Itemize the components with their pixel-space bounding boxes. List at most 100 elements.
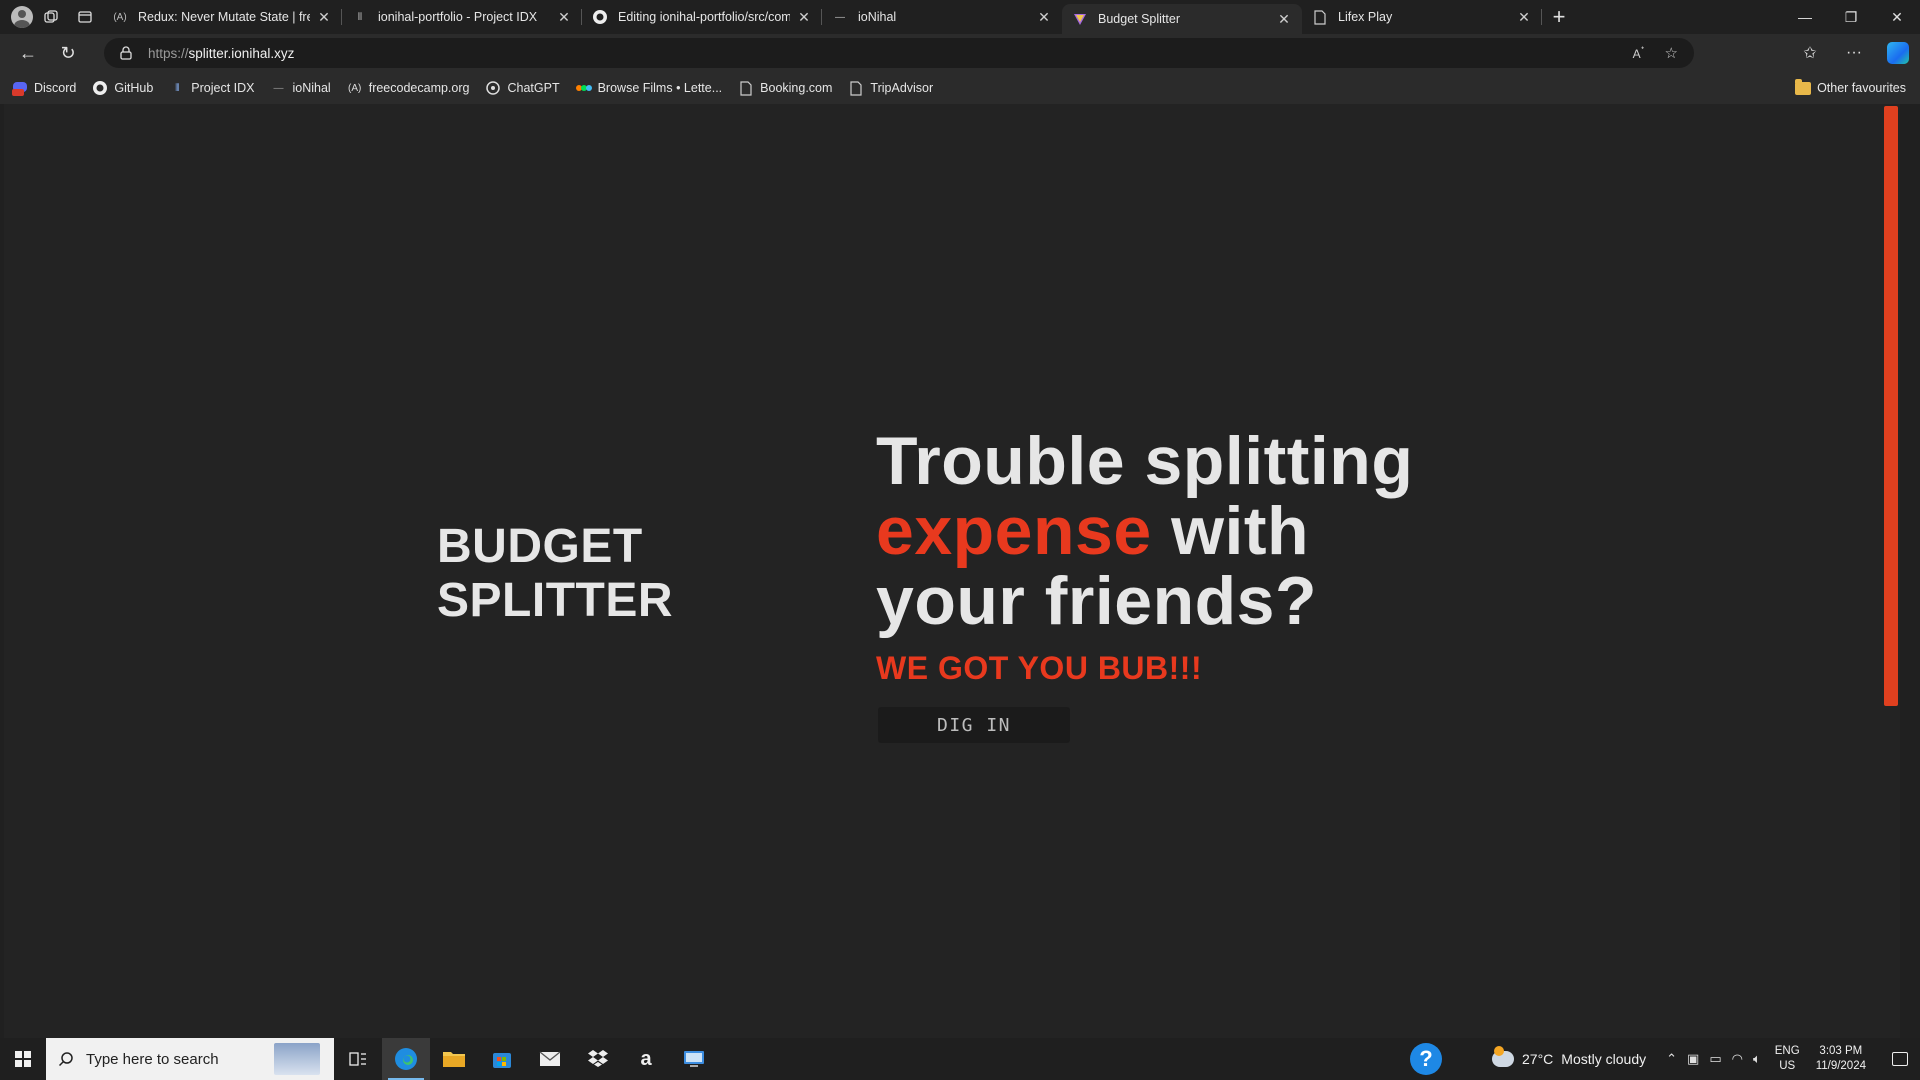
taskbar-amazon[interactable]: a: [622, 1038, 670, 1080]
input-language[interactable]: ENG US: [1775, 1044, 1800, 1074]
copilot-icon: [1887, 42, 1909, 64]
help-icon[interactable]: ?: [1410, 1043, 1443, 1075]
bookmark-discord[interactable]: Discord: [12, 80, 76, 96]
tab-strip: (A) Redux: Never Mutate State | freeC ✕ …: [0, 0, 1920, 34]
mail-icon: [539, 1051, 561, 1066]
vertical-tabs-icon: [78, 11, 92, 23]
tab-redux[interactable]: (A) Redux: Never Mutate State | freeC ✕: [102, 0, 342, 34]
clock-time: 3:03 PM: [1819, 1045, 1863, 1057]
close-tab-icon[interactable]: ✕: [1036, 9, 1052, 26]
profile-button[interactable]: [0, 0, 34, 34]
bookmark-booking[interactable]: Booking.com: [738, 80, 832, 96]
tab-actions-button[interactable]: [68, 0, 102, 34]
freecodecamp-icon: (A): [113, 11, 127, 23]
page-scrollbar[interactable]: [1884, 104, 1900, 1038]
bookmark-ionihal[interactable]: — ioNihal: [271, 80, 331, 96]
github-icon: [92, 80, 108, 96]
bookmark-chatgpt[interactable]: ChatGPT: [485, 80, 560, 96]
bookmark-label: freecodecamp.org: [368, 81, 470, 95]
tab-project-idx[interactable]: ⦀ ionihal-portfolio - Project IDX ✕: [342, 0, 582, 34]
dropbox-icon: [588, 1050, 608, 1067]
language-code: ENG: [1774, 1045, 1800, 1057]
address-bar[interactable]: https://splitter.ionihal.xyz Aᐩ ☆: [104, 38, 1694, 68]
minimize-button[interactable]: —: [1782, 0, 1828, 34]
back-button[interactable]: ←: [8, 37, 48, 69]
hero-headline: Trouble splitting expense with your frie…: [876, 426, 1436, 636]
plus-icon: +: [1552, 4, 1566, 29]
weather-temp: 27°C: [1522, 1051, 1554, 1067]
meet-now-icon[interactable]: ▣: [1687, 1051, 1699, 1067]
minimize-icon: —: [1798, 9, 1812, 25]
taskbar-edge[interactable]: [382, 1038, 430, 1080]
bookmark-label: ioNihal: [292, 81, 331, 95]
start-button[interactable]: [0, 1038, 46, 1080]
tab-title: Redux: Never Mutate State | freeC: [138, 10, 310, 24]
bookmark-label: Project IDX: [191, 81, 255, 95]
bookmark-label: Booking.com: [760, 81, 833, 95]
task-view-button[interactable]: [334, 1038, 382, 1080]
chevron-up-icon[interactable]: ⌃: [1666, 1051, 1677, 1067]
bookmark-letterboxd[interactable]: Browse Films • Lette...: [575, 80, 723, 96]
github-icon: [592, 9, 608, 25]
dig-in-button[interactable]: DIG IN: [878, 707, 1070, 743]
restore-button[interactable]: ❐: [1828, 0, 1874, 34]
other-favourites-folder[interactable]: Other favourites: [1795, 72, 1906, 104]
new-tab-button[interactable]: +: [1542, 0, 1576, 34]
taskbar-search[interactable]: Type here to search: [46, 1038, 334, 1080]
url-host: splitter.ionihal.xyz: [188, 45, 295, 61]
bookmark-github[interactable]: GitHub: [92, 80, 153, 96]
bookmark-freecodecamp[interactable]: (A) freecodecamp.org: [347, 80, 470, 96]
url-scheme: https://: [148, 45, 189, 61]
close-icon: ✕: [1891, 8, 1903, 25]
tab-lifex-play[interactable]: Lifex Play ✕: [1302, 0, 1542, 34]
close-tab-icon[interactable]: ✕: [796, 9, 812, 26]
bookmark-project-idx[interactable]: ⦀ Project IDX: [169, 80, 254, 96]
copilot-button[interactable]: [1876, 34, 1920, 72]
bookmark-label: Browse Films • Lette...: [597, 81, 723, 95]
favourite-star-icon[interactable]: ☆: [1665, 44, 1678, 62]
folder-icon: [443, 1052, 465, 1067]
taskbar-dropbox[interactable]: [574, 1038, 622, 1080]
taskbar-clock[interactable]: 3:03 PM 11/9/2024: [1816, 1044, 1866, 1074]
tab-budget-splitter[interactable]: Budget Splitter ✕: [1062, 4, 1302, 34]
workspaces-button[interactable]: [34, 0, 68, 34]
close-tab-icon[interactable]: ✕: [316, 9, 332, 26]
tab-github[interactable]: Editing ionihal-portfolio/src/comp ✕: [582, 0, 822, 34]
taskbar-mail[interactable]: [526, 1038, 574, 1080]
read-aloud-icon[interactable]: Aᐩ: [1633, 45, 1645, 61]
toolbar-right: ✩ ···: [1788, 34, 1920, 72]
favourites-button[interactable]: ✩: [1788, 34, 1832, 72]
brand-logo-text: BUDGET SPLITTER: [437, 520, 674, 627]
lock-icon[interactable]: [118, 45, 134, 61]
taskbar-file-explorer[interactable]: [430, 1038, 478, 1080]
reload-button[interactable]: ↻: [48, 37, 88, 69]
wifi-icon[interactable]: ◠: [1732, 1051, 1743, 1067]
page-icon: [1312, 9, 1328, 25]
battery-icon[interactable]: ▭: [1709, 1051, 1721, 1067]
volume-icon[interactable]: 🔈︎: [1753, 1051, 1761, 1067]
bookmarks-bar: Discord GitHub ⦀ Project IDX — ioNihal (…: [0, 72, 1920, 104]
profile-avatar-icon: [11, 6, 33, 28]
reload-icon: ↻: [60, 42, 76, 63]
page-icon: [848, 80, 864, 96]
notification-icon: [1892, 1052, 1908, 1066]
settings-more-button[interactable]: ···: [1832, 34, 1876, 72]
more-icon: ···: [1846, 44, 1862, 61]
bookmark-tripadvisor[interactable]: TripAdvisor: [848, 80, 933, 96]
close-tab-icon[interactable]: ✕: [1276, 11, 1292, 28]
taskbar-store[interactable]: [478, 1038, 526, 1080]
taskbar-remote-desktop[interactable]: [670, 1038, 718, 1080]
close-tab-icon[interactable]: ✕: [556, 9, 572, 26]
close-window-button[interactable]: ✕: [1874, 0, 1920, 34]
address-bar-actions: Aᐩ ☆: [1633, 38, 1678, 68]
scrollbar-thumb[interactable]: [1884, 106, 1898, 706]
search-highlight-image: [274, 1043, 320, 1075]
notification-center-button[interactable]: [1880, 1038, 1920, 1080]
close-tab-icon[interactable]: ✕: [1516, 9, 1532, 26]
weather-widget[interactable]: 27°C Mostly cloudy: [1492, 1046, 1646, 1067]
remote-desktop-icon: [684, 1051, 704, 1067]
tab-title: Lifex Play: [1338, 10, 1393, 24]
bookmark-label: TripAdvisor: [870, 81, 934, 95]
clock-date: 11/9/2024: [1815, 1060, 1866, 1072]
tab-ionihal[interactable]: — ioNihal ✕: [822, 0, 1062, 34]
